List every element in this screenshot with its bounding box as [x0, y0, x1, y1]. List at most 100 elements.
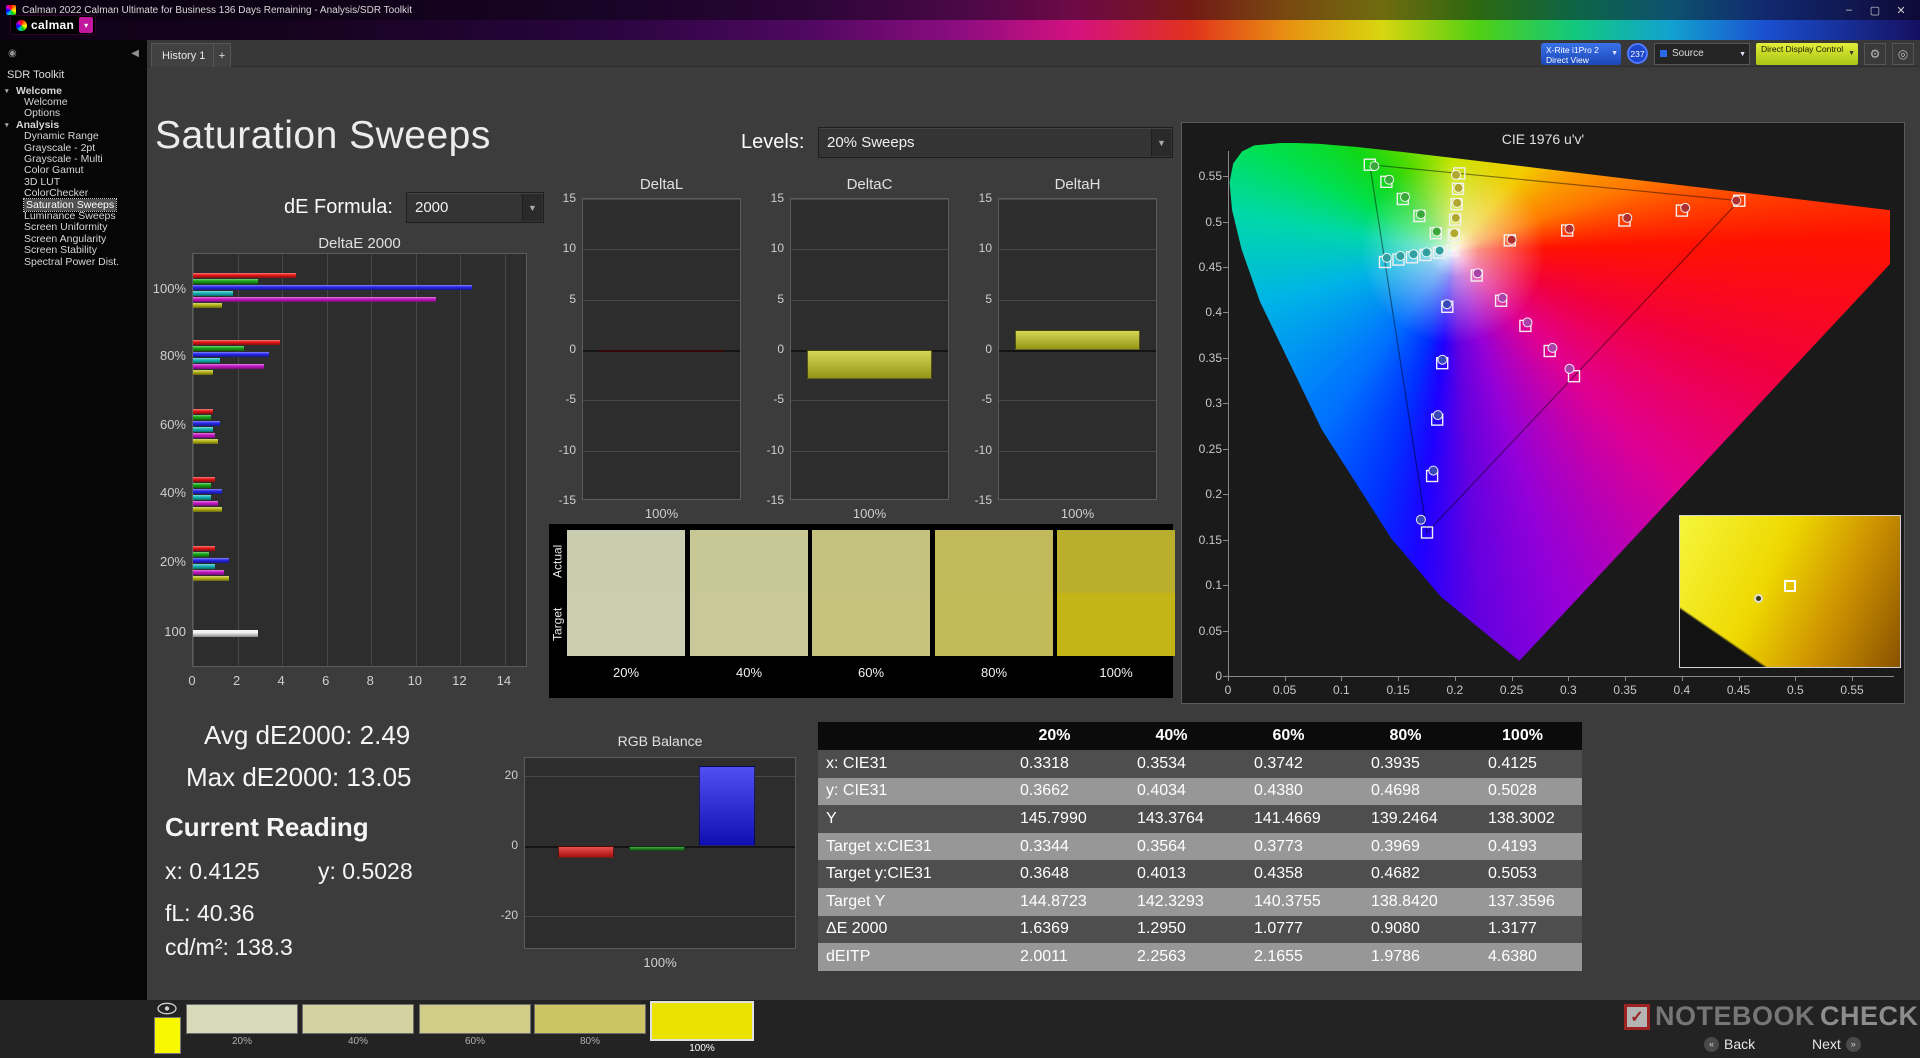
gridline	[371, 254, 372, 666]
calman-logo-menu[interactable]: calman ▾	[10, 15, 96, 35]
calman-app-window: { "window": { "title": "Calman 2022 Calm…	[0, 0, 1920, 1058]
sidebar-item-screen-uniformity[interactable]: Screen Uniformity	[0, 222, 147, 233]
sidebar-item-grayscale-2pt[interactable]: Grayscale - 2pt	[0, 142, 147, 153]
close-button[interactable]: ✕	[1888, 4, 1914, 17]
sidebar-item-luminance-sweeps[interactable]: Luminance Sweeps	[0, 210, 147, 221]
sidebar-item-options[interactable]: Options	[0, 108, 147, 119]
display-control-button[interactable]: Direct Display Control ▼	[1756, 43, 1858, 65]
axis-tick-label: -5	[958, 392, 992, 406]
gridline	[999, 199, 1156, 200]
chevron-down-icon: ▼	[1739, 51, 1746, 58]
sidebar-item-analysis[interactable]: ▾Analysis	[0, 119, 147, 130]
axis-tick-label: 12	[444, 673, 474, 688]
sidebar-item-label: 3D LUT	[24, 176, 60, 188]
axis-tick-label: 0	[484, 838, 518, 852]
sidebar-item-welcome[interactable]: Welcome	[0, 96, 147, 107]
magenta-bar	[193, 570, 224, 575]
axis-tick-label: 80%	[140, 348, 186, 363]
patch-label: 40%	[302, 1036, 414, 1047]
tick	[1223, 358, 1228, 359]
sidebar-item-3d-lut[interactable]: 3D LUT	[0, 176, 147, 187]
table-cell: 4.6380	[1464, 943, 1581, 971]
deltal-plot	[582, 198, 741, 500]
back-button[interactable]: « Back	[1704, 1036, 1755, 1052]
table-cell: 0.4193	[1464, 833, 1581, 861]
axis-tick-label: -20	[484, 908, 518, 922]
next-button[interactable]: Next »	[1812, 1036, 1861, 1052]
axis-tick-label: 100	[140, 624, 186, 639]
sidebar-item-label: Saturation Sweeps	[24, 199, 116, 211]
axis-tick-label: 0.5	[1184, 215, 1222, 229]
table-cell: 142.3293	[1113, 888, 1230, 916]
levels-dropdown[interactable]: 20% Sweeps ▼	[818, 127, 1173, 158]
collapse-sidebar-icon[interactable]: ◀	[131, 48, 139, 59]
logo-dropdown-arrow[interactable]: ▾	[79, 17, 93, 33]
target-marker	[1784, 580, 1796, 592]
sidebar-item-saturation-sweeps[interactable]: Saturation Sweeps	[0, 199, 147, 210]
tree-expander-icon[interactable]: ▾	[5, 121, 13, 129]
workflow-icon: ◉	[8, 48, 17, 59]
tree-expander-icon[interactable]: ▾	[5, 87, 13, 95]
deltal-chart: DeltaL 100% 151050-5-10-15	[540, 176, 755, 521]
settings-gear-icon[interactable]: ⚙	[1864, 43, 1886, 65]
sidebar-item-label: Screen Uniformity	[24, 221, 107, 233]
table-cell: 143.3764	[1113, 805, 1230, 833]
sidebar-item-color-gamut[interactable]: Color Gamut	[0, 165, 147, 176]
levels-value: 20% Sweeps	[827, 134, 915, 151]
sidebar-item-screen-angularity[interactable]: Screen Angularity	[0, 233, 147, 244]
table-cell: 138.8420	[1347, 888, 1464, 916]
sidebar-item-welcome[interactable]: ▾Welcome	[0, 85, 147, 96]
patch-100%[interactable]: 100%	[650, 1001, 754, 1054]
actual-swatch	[1057, 530, 1175, 593]
column-header: 60%	[1230, 722, 1347, 750]
axis-tick-label: 10	[542, 241, 576, 255]
formula-dropdown[interactable]: 2000 ▼	[406, 192, 544, 223]
sidebar-item-grayscale-multi[interactable]: Grayscale - Multi	[0, 153, 147, 164]
deltac-chart: DeltaC 100% 151050-5-10-15	[748, 176, 963, 521]
sidebar-item-spectral-power-dist-[interactable]: Spectral Power Dist.	[0, 256, 147, 267]
sidebar-item-dynamic-range[interactable]: Dynamic Range	[0, 131, 147, 142]
gridline	[193, 254, 194, 666]
magenta-bar	[193, 364, 264, 369]
display-control-label: Direct Display Control	[1761, 45, 1846, 55]
chevron-down-icon: ▼	[522, 194, 542, 221]
gridline	[791, 451, 948, 452]
gridline	[583, 300, 740, 301]
row-label: x: CIE31	[818, 750, 996, 778]
patch-swatch	[186, 1004, 298, 1034]
axis-tick-label: 40%	[140, 485, 186, 500]
deltah-plot	[998, 198, 1157, 500]
tab-history-1[interactable]: History 1	[151, 43, 216, 67]
table-cell: 0.4380	[1230, 778, 1347, 806]
window-title: Calman 2022 Calman Ultimate for Business…	[22, 5, 412, 16]
axis-label: 100%	[524, 955, 796, 970]
meter-button[interactable]: X-Rite i1Pro 2 Direct View ▼	[1541, 43, 1621, 65]
target-swatch	[567, 593, 685, 656]
patch-40%[interactable]: 40%	[302, 1004, 414, 1047]
minimize-button[interactable]: –	[1836, 4, 1862, 17]
table-cell: 0.3773	[1230, 833, 1347, 861]
patch-80%[interactable]: 80%	[534, 1004, 646, 1047]
sidebar-item-screen-stability[interactable]: Screen Stability	[0, 244, 147, 255]
source-dropdown[interactable]: Source ▼	[1654, 43, 1750, 65]
tick	[1625, 676, 1626, 681]
axis-tick-label: 10	[958, 241, 992, 255]
row-label: ΔE 2000	[818, 916, 996, 944]
tick	[1739, 676, 1740, 681]
gridline	[791, 400, 948, 401]
sidebar-item-colorchecker[interactable]: ColorChecker	[0, 188, 147, 199]
swatch-label: 20%	[567, 665, 685, 680]
axis-tick-label: 0	[1184, 669, 1222, 683]
table-cell: 0.3318	[996, 750, 1113, 778]
add-tab-button[interactable]: +	[213, 43, 231, 67]
session-options-icon[interactable]: ◎	[1892, 43, 1914, 65]
table-row: Y145.7990143.3764141.4669139.2464138.300…	[818, 805, 1582, 833]
patch-60%[interactable]: 60%	[419, 1004, 531, 1047]
swatch-label: 60%	[812, 665, 930, 680]
sidebar-item-label: Grayscale - Multi	[24, 153, 103, 165]
maximize-button[interactable]: ▢	[1862, 4, 1888, 17]
sidebar-item-label: Screen Angularity	[24, 233, 106, 245]
gridline	[505, 254, 506, 666]
cyan-bar	[193, 358, 220, 363]
patch-20%[interactable]: 20%	[186, 1004, 298, 1047]
